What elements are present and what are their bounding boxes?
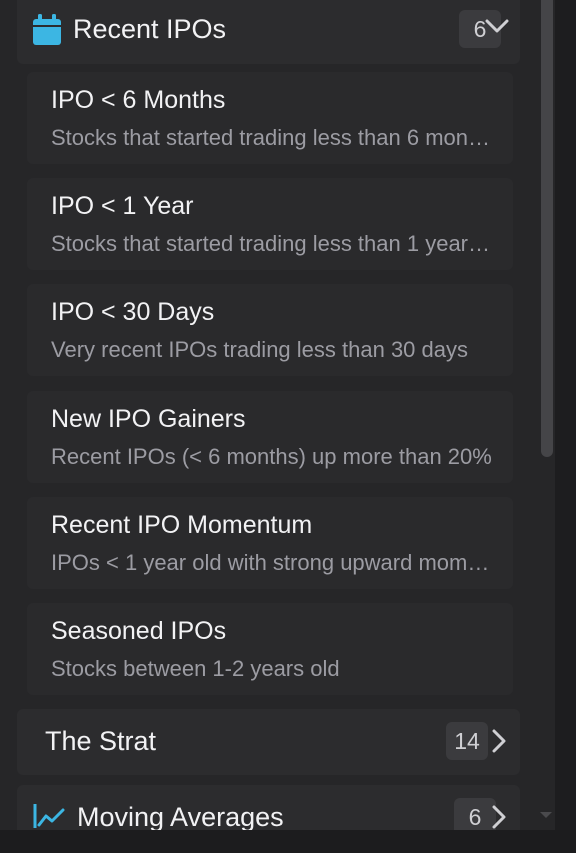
screener-item-new-ipo-gainers[interactable]: New IPO Gainers Recent IPOs (< 6 months)…: [27, 391, 513, 483]
screener-item-ipo-1-year[interactable]: IPO < 1 Year Stocks that started trading…: [27, 178, 513, 270]
screener-item-description: Recent IPOs (< 6 months) up more than 20…: [51, 444, 492, 469]
screener-item-title: Recent IPO Momentum: [51, 511, 313, 539]
chevron-right-icon: [491, 805, 507, 829]
group-title: The Strat: [45, 726, 157, 756]
screener-item-title: IPO < 30 Days: [51, 298, 215, 326]
screener-item-ipo-30-days[interactable]: IPO < 30 Days Very recent IPOs trading l…: [27, 284, 513, 376]
trend-line-icon: [33, 803, 65, 829]
bottom-bar: [0, 830, 576, 853]
chevron-down-icon: [485, 18, 509, 34]
screener-item-description: Stocks that started trading less than 1 …: [51, 231, 493, 256]
group-count-badge: 14: [446, 722, 488, 760]
group-title: Recent IPOs: [73, 14, 227, 44]
screener-item-description: Stocks between 1-2 years old: [51, 656, 340, 681]
screener-item-seasoned-ipos[interactable]: Seasoned IPOs Stocks between 1-2 years o…: [27, 603, 513, 695]
screener-item-recent-ipo-momentum[interactable]: Recent IPO Momentum IPOs < 1 year old wi…: [27, 497, 513, 589]
screener-item-title: New IPO Gainers: [51, 405, 246, 433]
chevron-right-icon: [491, 729, 507, 753]
group-header-moving-averages[interactable]: Moving Averages 6: [17, 785, 520, 830]
group-header-recent-ipos[interactable]: Recent IPOs 6: [17, 0, 520, 64]
screener-item-title: IPO < 1 Year: [51, 192, 194, 220]
screener-item-title: IPO < 6 Months: [51, 86, 226, 114]
screener-item-description: IPOs < 1 year old with strong upward mom…: [51, 550, 493, 575]
calendar-icon: [33, 14, 61, 45]
screener-item-title: Seasoned IPOs: [51, 617, 227, 645]
screener-list-panel: Recent IPOs 6 IPO < 6 Months Stocks that…: [0, 0, 555, 830]
group-header-the-strat[interactable]: The Strat 14: [17, 709, 520, 775]
screener-item-description: Stocks that started trading less than 6 …: [51, 125, 493, 150]
scrollbar-thumb[interactable]: [541, 0, 553, 457]
screener-item-ipo-6-months[interactable]: IPO < 6 Months Stocks that started tradi…: [27, 72, 513, 164]
scroll-down-arrow-icon[interactable]: [540, 812, 552, 818]
group-count-badge: 6: [454, 798, 496, 830]
screener-item-description: Very recent IPOs trading less than 30 da…: [51, 337, 469, 362]
group-title: Moving Averages: [77, 802, 284, 830]
